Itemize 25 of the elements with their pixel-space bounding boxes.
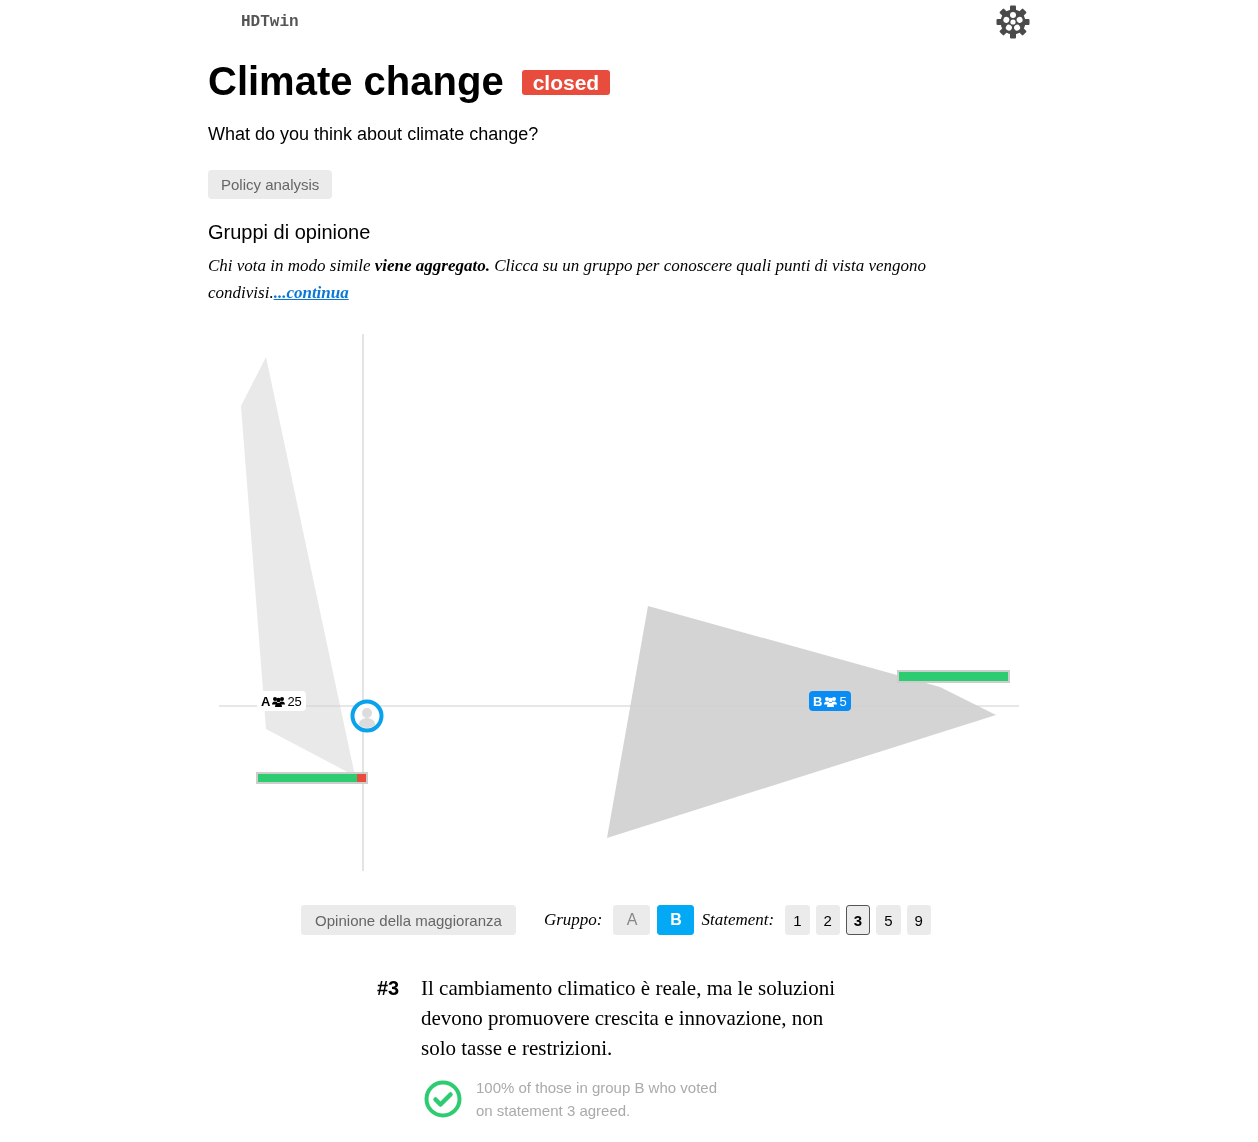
status-badge: closed	[521, 69, 611, 95]
statement-button[interactable]: 5	[876, 905, 901, 935]
question-text: What do you think about climate change?	[208, 124, 540, 145]
group-label[interactable]: A 25	[257, 691, 306, 711]
statement-button[interactable]: 3	[845, 905, 871, 935]
topic-tag-button[interactable]: Policy analysis	[208, 170, 333, 199]
vote-result-text: 100% of those in group B who voted on statement 3 agreed.	[476, 1078, 718, 1121]
page-title: Climate change	[208, 58, 504, 104]
statement-number: #3	[377, 976, 401, 1001]
brand-name[interactable]: HDTwin	[208, 13, 299, 31]
section-heading: Gruppi di opinione	[208, 221, 372, 244]
settings-icon[interactable]	[996, 5, 1030, 39]
people-icon	[272, 695, 286, 707]
statement-text: Il cambiamento climatico è reale, ma le soluzioni devono promuovere crescita e innovazione, non solo tasse e restrizioni.	[421, 975, 836, 1062]
statement-filter-label: Statement:	[701, 910, 775, 930]
check-circle-icon	[424, 1080, 462, 1118]
statement-button[interactable]: 1	[785, 905, 810, 935]
group-filter-label: Gruppo:	[543, 910, 603, 930]
majority-opinion-button[interactable]: Opinione della maggioranza	[301, 905, 516, 935]
statement-button[interactable]: 9	[906, 905, 931, 935]
people-icon	[824, 695, 838, 707]
more-link[interactable]: ...continua	[273, 283, 349, 302]
intro-text: Chi vota in modo simile viene aggregato. Clicca su un gruppo per conoscere quali punti di vista vengono condivisi....continua	[208, 255, 928, 304]
statement-button[interactable]: 2	[815, 905, 840, 935]
group-hull[interactable]	[607, 606, 996, 838]
